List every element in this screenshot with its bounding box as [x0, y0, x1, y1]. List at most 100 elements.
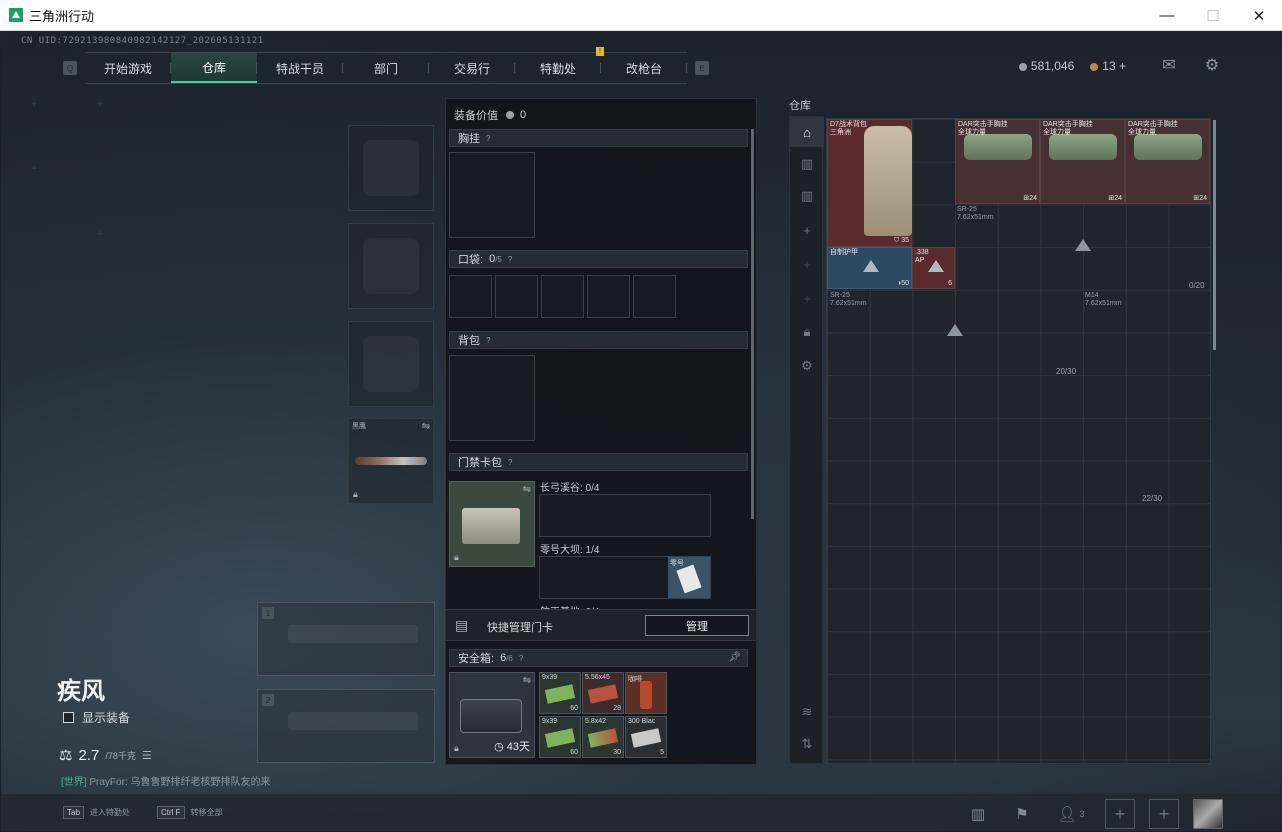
stash-page-icon[interactable]: ▥ [790, 181, 824, 211]
help-icon[interactable]: ? [486, 134, 490, 143]
stash-item-chest-rig[interactable]: DAR突击手胸挂 全球力量 ⊞24 [955, 119, 1040, 204]
capacity-label: 22/30 [1142, 494, 1163, 503]
pocket-slot[interactable] [541, 275, 584, 318]
maximize-button[interactable]: ☐ [1190, 0, 1236, 31]
tab-warehouse[interactable]: 仓库 [171, 53, 257, 83]
stats-icon[interactable]: ▥ [963, 799, 993, 829]
capacity-value: 24 [1114, 195, 1122, 202]
add-page-icon[interactable]: + [790, 215, 824, 245]
stash-scrollbar[interactable] [1213, 120, 1216, 350]
show-equipment-toggle[interactable]: 显示装备 [63, 709, 130, 726]
safe-box-slot[interactable]: ⇋ 🔒︎ ◷ 43天 [449, 672, 535, 758]
lock-icon[interactable]: 🔒︎ [790, 317, 824, 347]
settings-icon[interactable]: ⚙ [790, 351, 824, 381]
loadout-scrollbar[interactable] [751, 129, 754, 519]
help-icon[interactable]: ? [508, 458, 512, 467]
stash-item-armor[interactable]: 自制护甲 ◑50 [827, 247, 912, 289]
keycard-row-longbow[interactable] [539, 494, 711, 537]
tab-departments[interactable]: 部门 [343, 53, 429, 83]
stash-item-chest-rig[interactable]: DAR突击手胸挂 全球力量 ⊞24 [1125, 119, 1210, 204]
pocket-slot[interactable] [587, 275, 630, 318]
safe-item[interactable]: 咖啡 [625, 672, 667, 714]
chest-rig-slot[interactable] [449, 152, 535, 238]
stash-item-chest-rig[interactable]: DAR突击手胸挂 全球力量 ⊞24 [1040, 119, 1125, 204]
next-tab-key[interactable]: E [695, 61, 709, 75]
tab-trade[interactable]: 交易行 [429, 53, 515, 83]
safe-item[interactable]: 5.56x45 28 [582, 672, 624, 714]
close-button[interactable]: ✕ [1236, 0, 1282, 31]
layers-icon[interactable]: ≋ [790, 697, 824, 727]
carry-weight: ⚖ 2.7/78千克 ☰ [59, 746, 152, 765]
keycard-bag-slot[interactable]: ⇋ 🔒︎ [449, 481, 535, 567]
pocket-header: 口袋: 0/5? [449, 250, 748, 268]
tab-gunsmith[interactable]: 改枪台 [601, 53, 687, 83]
prev-tab-key[interactable]: Q [63, 61, 77, 75]
hint-label: 转移全部 [190, 808, 223, 817]
help-icon[interactable]: ? [486, 336, 490, 345]
show-equipment-checkbox[interactable] [63, 712, 74, 723]
ammo-box-icon [630, 728, 662, 748]
pin-icon[interactable]: 📌︎ [728, 652, 741, 663]
melee-slot[interactable]: 黑鹰 ⇋ 🔒︎ [348, 418, 434, 504]
top-right-icons: ✉ ⚙ [1160, 56, 1221, 74]
help-icon[interactable]: ? [508, 255, 512, 264]
hint-special-ops[interactable]: Tab 进入特勤处 [63, 806, 130, 819]
sort-icon[interactable]: ⇅ [790, 729, 824, 759]
hint-transfer-all[interactable]: Ctrl F 转移全部 [157, 806, 223, 819]
stash-item-backpack[interactable]: D7战术背包 三角洲 ⛉ 35 [827, 119, 912, 247]
decor-cross-icon: + [97, 99, 103, 110]
safe-item-count: 60 [570, 705, 578, 712]
gold-add-button[interactable]: + [1119, 59, 1126, 73]
safe-item[interactable]: 5.8x42 30 [582, 716, 624, 758]
armor-slot[interactable] [348, 223, 434, 309]
hint-label: 进入特勤处 [89, 808, 130, 817]
helmet-slot[interactable] [348, 125, 434, 211]
mail-icon[interactable]: ✉ [1160, 56, 1178, 74]
settings-icon[interactable]: ⚙ [1203, 56, 1221, 74]
invite-slot-button[interactable]: + [1149, 799, 1179, 829]
lock-icon: 🔒︎ [454, 552, 459, 562]
safe-item[interactable]: 9x39 60 [539, 716, 581, 758]
avatar[interactable] [1193, 799, 1223, 829]
pocket-slot[interactable] [495, 275, 538, 318]
swap-icon[interactable]: ⇋ [523, 675, 531, 686]
team-icon[interactable]: 👤︎ 3 [1051, 799, 1091, 829]
pocket-label: 口袋: [458, 254, 484, 266]
chat-line[interactable]: [世界] PrayFor: 乌鲁鲁野排纤老核野排队友的来 [61, 773, 270, 788]
swap-icon[interactable]: ⇋ [422, 421, 430, 432]
silver-amount: 581,046 [1030, 59, 1075, 73]
pocket-slot[interactable] [449, 275, 492, 318]
list-icon[interactable]: ☰ [142, 749, 152, 762]
pistol-slot[interactable] [348, 321, 434, 407]
chest-rig-header: 胸挂? [449, 129, 748, 147]
keycard-item[interactable]: 零号 [668, 557, 710, 598]
minimize-button[interactable]: — [1144, 0, 1190, 31]
stash-grid[interactable]: D7战术背包 三角洲 ⛉ 35 DAR突击手胸挂 全球力量 ⊞24 DAR突击手… [826, 118, 1211, 764]
chest-rig-label: 胸挂 [458, 133, 480, 145]
help-icon[interactable]: ? [519, 654, 523, 663]
item-name: DAR突击手胸挂 全球力量 [958, 121, 1008, 136]
stash-home-icon[interactable]: ⌂ [790, 117, 824, 147]
swap-icon[interactable]: ⇋ [523, 484, 531, 495]
manage-button[interactable]: 管理 [645, 615, 749, 636]
safe-item[interactable]: 300 Blac 5 [625, 716, 667, 758]
tab-start-game[interactable]: 开始游戏 [85, 53, 171, 83]
ammo-box-icon [544, 728, 576, 748]
item-name: .338 AP [915, 249, 929, 264]
stash-item-ammo[interactable]: .338 AP 6 [912, 247, 955, 289]
tab-operators[interactable]: 特战干员 [257, 53, 343, 83]
pocket-slot[interactable] [633, 275, 676, 318]
user-uid: CN UID:729213980840982142127_20260513112… [21, 36, 264, 46]
tab-special-ops[interactable]: 特勤处 [515, 53, 601, 83]
secondary-weapon-slot[interactable]: 2 [257, 689, 435, 763]
safe-item[interactable]: 9x39 60 [539, 672, 581, 714]
invite-slot-button[interactable]: + [1105, 799, 1135, 829]
gold-currency[interactable]: 13 + [1090, 59, 1126, 73]
primary-weapon-slot[interactable]: 1 [257, 602, 435, 676]
backpack-slot[interactable] [449, 355, 535, 441]
safe-item-count: 5 [660, 749, 664, 756]
stash-page-icon[interactable]: ▥ [790, 149, 824, 179]
keycard-icon [676, 564, 702, 594]
flag-icon[interactable]: ⚑ [1007, 799, 1037, 829]
keycard-row-dam[interactable]: 零号 [539, 556, 711, 599]
